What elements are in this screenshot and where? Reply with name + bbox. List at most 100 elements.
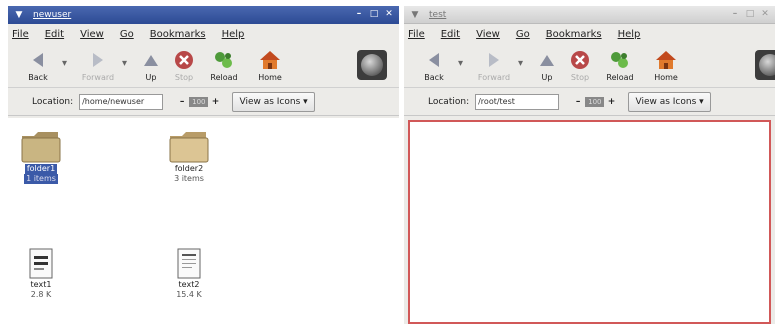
file-name: text2 xyxy=(178,280,200,289)
forward-button[interactable]: Forward xyxy=(472,48,516,82)
file-item[interactable]: text1 2.8 K xyxy=(8,248,76,300)
menu-go[interactable]: Go xyxy=(516,29,530,40)
menu-bookmarks[interactable]: Bookmarks xyxy=(150,29,206,40)
location-label: Location: xyxy=(428,96,470,107)
zoom-in-icon[interactable]: + xyxy=(208,97,222,107)
back-history-dropdown[interactable]: ▾ xyxy=(458,48,472,69)
text-file-icon xyxy=(29,248,53,279)
menu-file[interactable]: File xyxy=(12,29,29,40)
back-label: Back xyxy=(424,73,444,82)
toolbar: Back ▾ Forward ▾ Up Stop Reload Home xyxy=(404,44,775,88)
stop-button[interactable]: Stop xyxy=(168,48,200,82)
file-view-drop-target[interactable] xyxy=(408,120,771,324)
back-button[interactable]: Back xyxy=(412,48,456,82)
up-icon xyxy=(137,48,165,72)
forward-button[interactable]: Forward xyxy=(76,48,120,82)
up-button[interactable]: Up xyxy=(136,48,166,82)
stop-icon xyxy=(170,48,198,72)
home-label: Home xyxy=(654,73,678,82)
forward-label: Forward xyxy=(477,73,511,82)
file-meta: 2.8 K xyxy=(30,290,52,299)
location-bar: Location: /root/test – 100 + View as Ico… xyxy=(404,88,775,116)
zoom-out-icon[interactable]: – xyxy=(175,97,189,107)
forward-history-dropdown[interactable]: ▾ xyxy=(122,48,136,69)
forward-icon xyxy=(84,48,112,72)
stop-label: Stop xyxy=(570,73,590,82)
toolbar: Back ▾ Forward ▾ Up Stop Reload Home xyxy=(8,44,399,88)
file-name: folder1 xyxy=(24,164,58,174)
back-icon xyxy=(420,48,448,72)
menu-bookmarks[interactable]: Bookmarks xyxy=(546,29,602,40)
home-icon xyxy=(256,48,284,72)
view-as-label: View as Icons xyxy=(635,96,697,107)
throbber-icon xyxy=(755,50,775,80)
view-as-select[interactable]: View as Icons ▾ xyxy=(232,91,315,112)
title-bar[interactable]: ▼ test – □ ✕ xyxy=(404,6,775,24)
folder-icon xyxy=(169,132,209,163)
zoom-out-icon[interactable]: – xyxy=(571,97,585,107)
window-title: test xyxy=(429,9,447,20)
file-view[interactable]: folder1 1 items folder2 3 items text1 2.… xyxy=(8,118,399,324)
file-meta: 15.4 K xyxy=(176,290,202,299)
maximize-icon[interactable]: □ xyxy=(744,8,756,20)
location-input[interactable]: /root/test xyxy=(475,93,560,110)
close-icon[interactable]: ✕ xyxy=(383,8,395,20)
menu-bar: File Edit View Go Bookmarks Help xyxy=(404,24,775,44)
location-input[interactable]: /home/newuser xyxy=(79,93,164,110)
up-label: Up xyxy=(541,73,553,82)
back-label: Back xyxy=(28,73,48,82)
maximize-icon[interactable]: □ xyxy=(368,8,380,20)
menu-edit[interactable]: Edit xyxy=(45,29,64,40)
reload-label: Reload xyxy=(606,73,634,82)
text-file-icon xyxy=(177,248,201,279)
folder-icon xyxy=(21,132,61,163)
file-item[interactable]: folder2 3 items xyxy=(154,128,224,184)
menu-help[interactable]: Help xyxy=(618,29,641,40)
minimize-icon[interactable]: – xyxy=(729,8,741,20)
menu-edit[interactable]: Edit xyxy=(441,29,460,40)
menu-help[interactable]: Help xyxy=(222,29,245,40)
stop-button[interactable]: Stop xyxy=(564,48,596,82)
file-meta: 3 items xyxy=(174,174,204,183)
file-manager-window-newuser: ▼ newuser – □ ✕ File Edit View Go Bookma… xyxy=(8,6,399,324)
zoom-level[interactable]: 100 xyxy=(189,96,209,107)
dropdown-arrow-icon: ▾ xyxy=(303,96,308,107)
file-item[interactable]: folder1 1 items xyxy=(8,128,76,184)
up-icon xyxy=(533,48,561,72)
stop-label: Stop xyxy=(174,73,194,82)
title-bar[interactable]: ▼ newuser – □ ✕ xyxy=(8,6,399,24)
menu-view[interactable]: View xyxy=(80,29,104,40)
file-name: text1 xyxy=(30,280,52,289)
back-history-dropdown[interactable]: ▾ xyxy=(62,48,76,69)
file-item[interactable]: text2 15.4 K xyxy=(154,248,224,300)
reload-icon xyxy=(210,48,238,72)
minimize-icon[interactable]: – xyxy=(353,8,365,20)
window-title: newuser xyxy=(33,10,72,20)
back-button[interactable]: Back xyxy=(16,48,60,82)
menu-go[interactable]: Go xyxy=(120,29,134,40)
forward-label: Forward xyxy=(81,73,115,82)
home-icon xyxy=(652,48,680,72)
reload-button[interactable]: Reload xyxy=(202,48,246,82)
reload-icon xyxy=(606,48,634,72)
close-icon[interactable]: ✕ xyxy=(759,8,771,20)
zoom-in-icon[interactable]: + xyxy=(604,97,618,107)
view-as-label: View as Icons xyxy=(239,96,301,107)
stop-icon xyxy=(566,48,594,72)
location-bar: Location: /home/newuser – 100 + View as … xyxy=(8,88,399,116)
home-button[interactable]: Home xyxy=(248,48,292,82)
zoom-level[interactable]: 100 xyxy=(585,96,605,107)
menu-file[interactable]: File xyxy=(408,29,425,40)
window-menu-icon[interactable]: ▼ xyxy=(407,8,423,22)
menu-bar: File Edit View Go Bookmarks Help xyxy=(8,24,399,44)
back-icon xyxy=(24,48,52,72)
window-menu-icon[interactable]: ▼ xyxy=(11,8,27,22)
up-button[interactable]: Up xyxy=(532,48,562,82)
view-as-select[interactable]: View as Icons ▾ xyxy=(628,91,711,112)
up-label: Up xyxy=(145,73,157,82)
reload-button[interactable]: Reload xyxy=(598,48,642,82)
forward-history-dropdown[interactable]: ▾ xyxy=(518,48,532,69)
file-name: folder2 xyxy=(174,164,204,173)
home-button[interactable]: Home xyxy=(644,48,688,82)
menu-view[interactable]: View xyxy=(476,29,500,40)
